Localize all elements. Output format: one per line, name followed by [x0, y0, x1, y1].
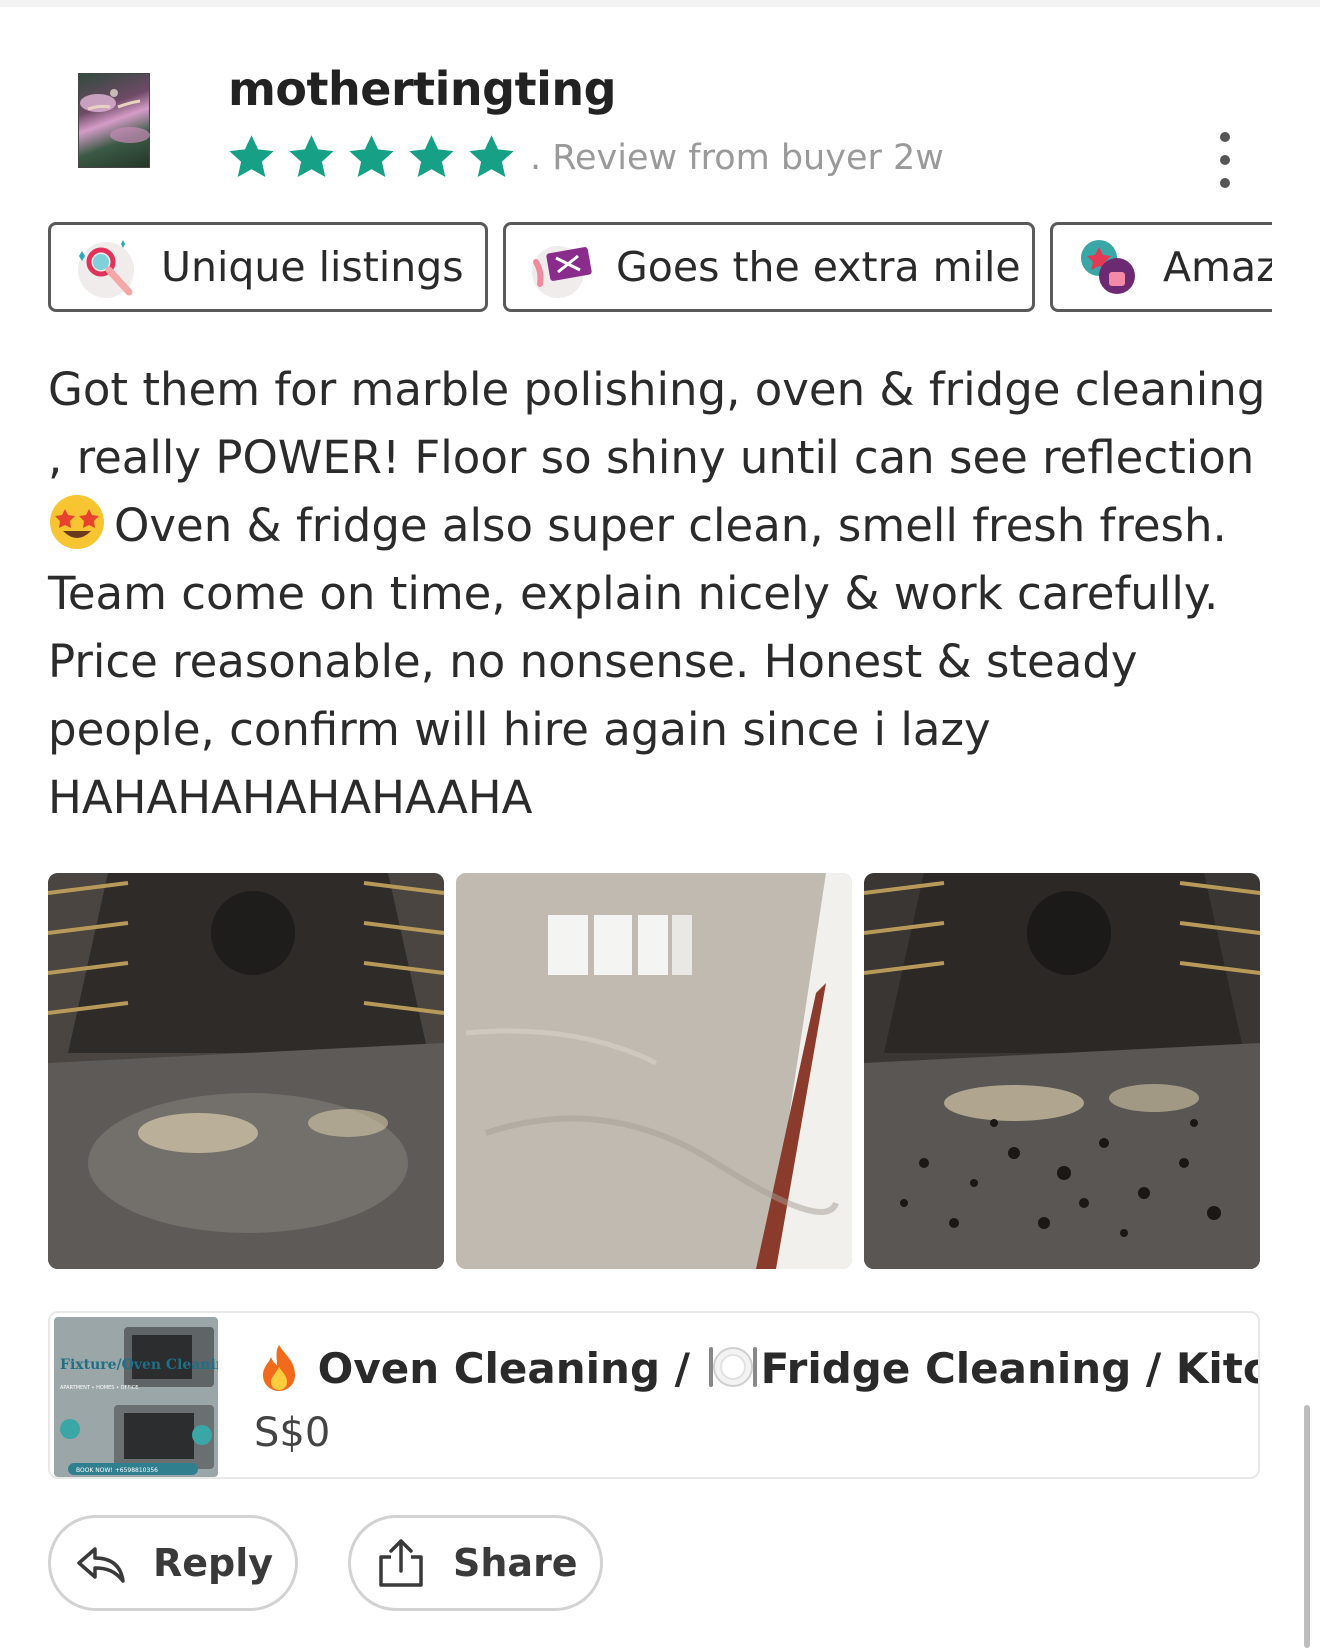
tag-chip-label: Unique listings — [161, 243, 464, 291]
share-label: Share — [453, 1541, 578, 1585]
thumb-title: Fixture/Oven Cleaning — [60, 1357, 218, 1373]
thumb-sub: APARTMENT • HOMES • OFFICE — [60, 1385, 138, 1391]
tag-chip-extra-mile[interactable]: Goes the extra mile — [503, 222, 1035, 312]
listing-title: Oven Cleaning / Fridge Cleaning / Kitc..… — [255, 1341, 1258, 1393]
listing-thumbnail: Fixture/Oven Cleaning APARTMENT • HOMES … — [54, 1317, 218, 1477]
thumb-cta: BOOK NOW! +6598810356 — [76, 1467, 158, 1474]
listing-title-part-2: Fridge Cleaning / Kitc... — [760, 1344, 1258, 1393]
magnifier-sparkle-icon — [78, 240, 134, 298]
rating-stars — [226, 132, 517, 183]
star-icon — [229, 135, 274, 178]
review-photo-dirty-oven[interactable] — [864, 873, 1260, 1269]
top-divider — [0, 0, 1320, 7]
tag-chips: Unique listings Goes the extra mile Amaz — [48, 222, 1272, 320]
star-icon — [349, 135, 394, 178]
tag-chip-label: Goes the extra mile — [616, 243, 1021, 291]
thumbs-up-star-icon — [1081, 240, 1135, 294]
listing-price: S$0 — [254, 1410, 331, 1456]
star-icon — [289, 135, 334, 178]
star-icon — [469, 135, 514, 178]
avatar[interactable] — [78, 73, 150, 168]
reply-arrow-icon — [77, 1547, 125, 1583]
reply-button[interactable]: Reply — [48, 1515, 298, 1611]
review-photo-marble-floor[interactable] — [456, 873, 852, 1269]
review-meta: . Review from buyer 2w — [530, 138, 944, 178]
share-icon — [379, 1539, 423, 1587]
review-text-part-1: Got them for marble polishing, oven & fr… — [48, 363, 1266, 484]
plate-cutlery-icon — [708, 1347, 757, 1387]
ticket-icon — [532, 246, 592, 298]
star-struck-emoji — [50, 495, 104, 549]
reply-label: Reply — [153, 1541, 274, 1585]
review-photo-clean-oven[interactable] — [48, 873, 444, 1269]
star-icon — [409, 135, 454, 178]
review-text-part-2: Oven & fridge also super clean, smell fr… — [48, 499, 1227, 824]
listing-card[interactable]: Fixture/Oven Cleaning APARTMENT • HOMES … — [48, 1311, 1260, 1479]
share-button[interactable]: Share — [348, 1515, 603, 1611]
tag-chip-unique-listings[interactable]: Unique listings — [48, 222, 488, 312]
fire-icon — [263, 1345, 295, 1391]
reviewer-name[interactable]: mothertingting — [228, 62, 617, 116]
scrollbar[interactable] — [1304, 1405, 1310, 1648]
review-text: Got them for marble polishing, oven & fr… — [48, 356, 1278, 832]
listing-title-part-1: Oven Cleaning / — [317, 1344, 705, 1393]
tag-chip-label: Amaz — [1163, 243, 1272, 291]
more-options-button[interactable] — [1205, 132, 1245, 188]
more-vertical-icon — [1220, 132, 1230, 142]
tag-chip-amazing[interactable]: Amaz — [1050, 222, 1272, 312]
